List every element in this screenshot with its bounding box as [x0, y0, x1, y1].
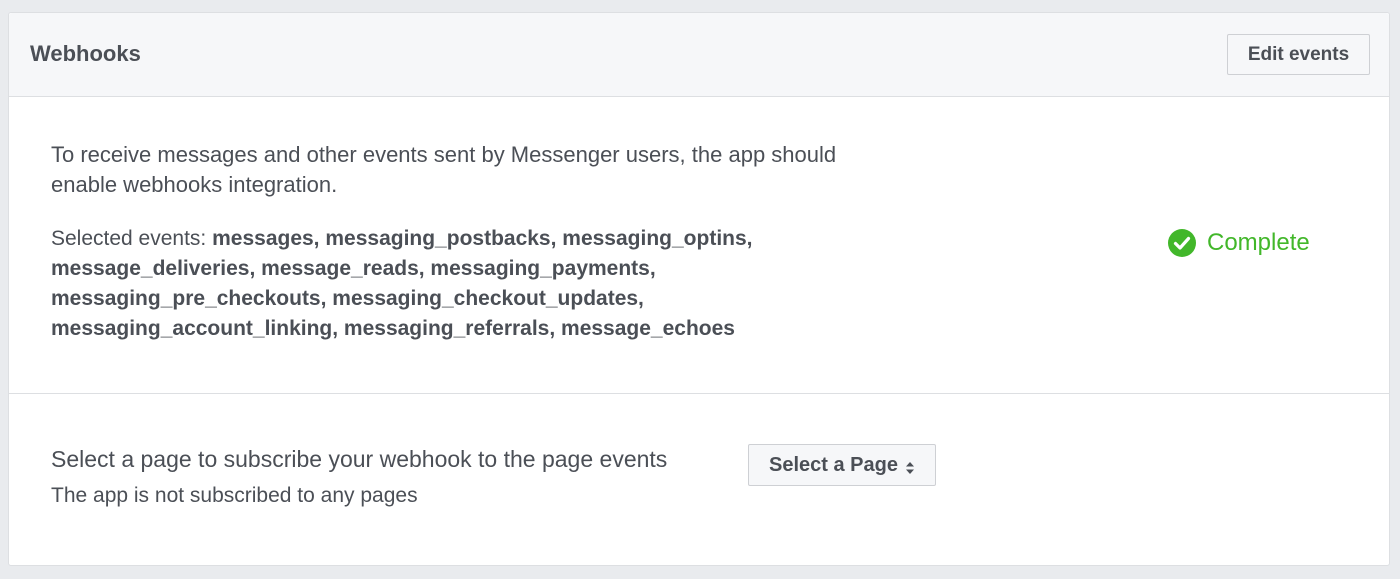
subscription-status-text: The app is not subscribed to any pages	[51, 484, 418, 507]
updown-chevron-icon	[905, 458, 915, 474]
panel-title: Webhooks	[30, 41, 141, 66]
webhooks-integration-section: To receive messages and other events sen…	[9, 97, 1389, 394]
status-badge: Complete	[1167, 227, 1310, 259]
status-label: Complete	[1207, 229, 1310, 256]
intro-text: To receive messages and other events sen…	[51, 142, 837, 197]
page-subscription-section: Select a page to subscribe your webhook …	[9, 394, 1389, 567]
edit-events-button[interactable]: Edit events	[1227, 34, 1370, 75]
select-page-label: Select a Page	[769, 453, 898, 476]
selected-events-text: Selected events: messages, messaging_pos…	[51, 224, 851, 344]
select-page-button[interactable]: Select a Page	[748, 444, 936, 486]
webhooks-panel: Webhooks Edit events To receive messages…	[8, 12, 1390, 566]
selected-events-label: Selected events:	[51, 227, 207, 250]
panel-header: Webhooks Edit events	[9, 13, 1389, 97]
check-circle-icon	[1167, 228, 1197, 258]
subscribe-instruction: Select a page to subscribe your webhook …	[51, 446, 668, 472]
